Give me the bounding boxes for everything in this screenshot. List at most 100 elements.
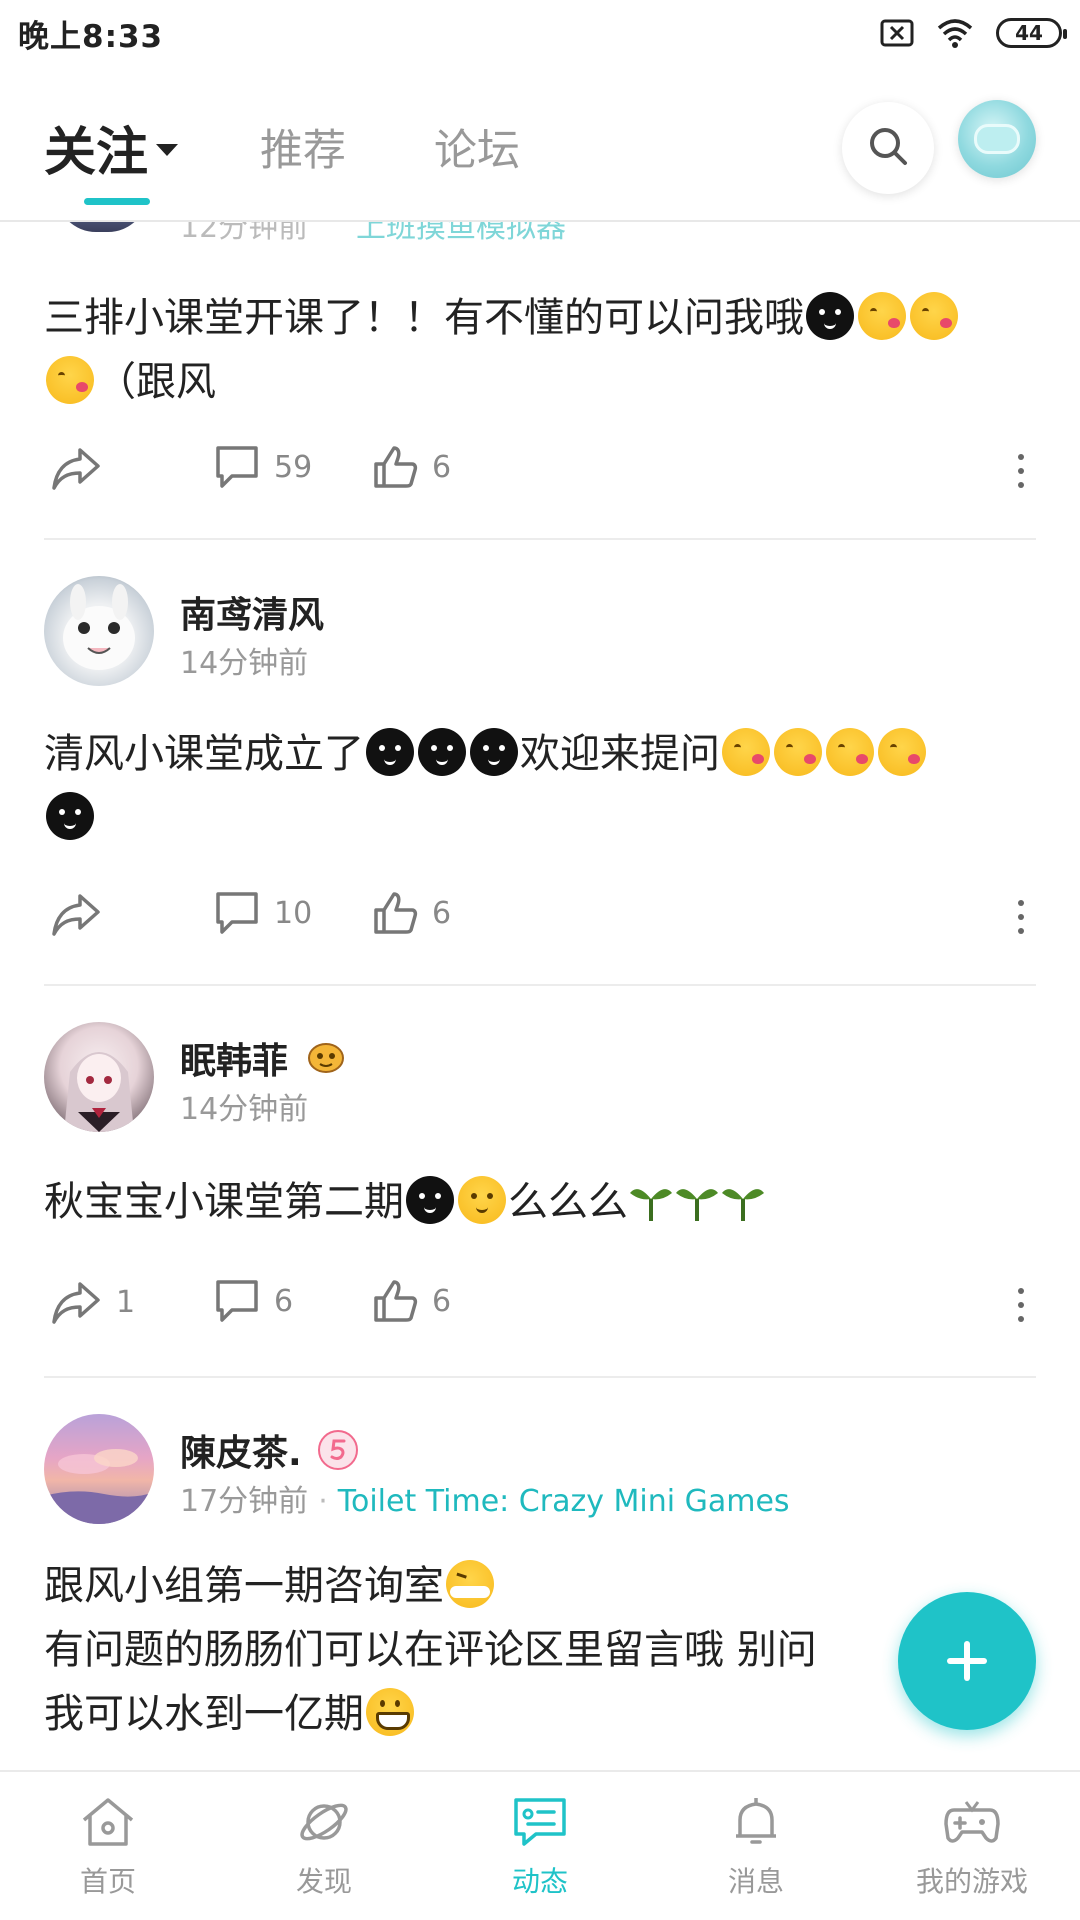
post-divider [44,1376,1036,1378]
post-time: 14分钟前 [180,1092,309,1127]
share-button[interactable] [50,890,116,938]
comment-icon [214,444,260,490]
grin-emoji-icon [366,1688,414,1736]
bunny-avatar-icon [63,584,135,670]
share-icon [50,444,102,492]
search-button[interactable] [842,102,934,194]
username[interactable]: 眠韩菲 [180,1032,288,1084]
tab-recommend[interactable]: 推荐 [260,116,346,178]
post-meta: 14分钟前 [180,638,308,682]
tab-following[interactable]: 关注 [44,110,179,185]
share-button[interactable]: 1 [50,1278,135,1326]
post-text: 秋宝宝小课堂第二期 [44,1179,404,1225]
create-post-button[interactable] [898,1592,1036,1730]
username[interactable]: 南鸢清风 [180,586,324,638]
share-icon [50,890,102,938]
nav-item-messages[interactable]: 消息 [648,1794,864,1900]
more-options-icon[interactable] [1018,900,1026,942]
battery-indicator: 44 [996,18,1067,48]
post-text-mid: 欢迎来提问 [520,731,720,777]
nav-item-feed[interactable]: 动态 [432,1794,648,1900]
post-actions: 1 6 6 [44,1278,1040,1338]
planet-icon [294,1794,354,1850]
game-link[interactable]: Toilet Time: Crazy Mini Games [338,1484,790,1519]
anime-girl-avatar-icon [64,1052,134,1132]
sprout-emoji-icon [720,1177,766,1223]
nav-label: 发现 [295,1865,352,1898]
post-text: 清风小课堂成立了 [44,731,364,777]
username[interactable]: 陳皮茶. [180,1424,302,1476]
sticker-badge-icon [306,1036,346,1076]
thumbs-up-icon [372,1278,418,1324]
dark-face-emoji-icon [46,792,94,840]
post-divider [44,984,1036,986]
avatar[interactable] [44,1022,154,1132]
post-text-mid: 么么么 [508,1179,628,1225]
dark-face-emoji-icon [806,292,854,340]
avatar[interactable] [56,222,148,232]
post-content[interactable]: 跟风小组第一期咨询室 有问题的肠肠们可以在评论区里留言哦 别问 我可以水到一亿期 [44,1554,1034,1746]
like-button[interactable]: 6 [372,444,451,490]
dark-face-emoji-icon [366,728,414,776]
share-button[interactable] [50,444,116,492]
sim-off-icon [880,19,914,47]
sprout-emoji-icon [674,1177,720,1223]
comment-button[interactable]: 59 [214,444,312,490]
more-options-icon[interactable] [1018,1288,1026,1330]
like-count: 6 [432,1283,452,1319]
comment-count: 10 [274,895,313,931]
nav-item-home[interactable]: 首页 [0,1794,216,1900]
game-link[interactable]: 上班摸鱼模拟器 [356,222,566,246]
smile-emoji-icon [458,1176,506,1224]
post-content[interactable]: 三排小课堂开课了！！有不懂的可以问我哦 （跟风 [44,286,1034,414]
kiss-emoji-icon [46,356,94,404]
kiss-emoji-icon [878,728,926,776]
tab-following-label: 关注 [44,123,149,183]
post-meta: 14分钟前 [180,1084,308,1128]
post-time: 14分钟前 [180,646,309,681]
post-time: 12分钟前 [180,222,309,245]
comment-button[interactable]: 6 [214,1278,293,1324]
home-icon [78,1794,138,1850]
post-text-tail: （跟风 [96,359,216,405]
meta-separator: · [318,1484,328,1519]
active-tab-indicator [84,198,150,205]
post-actions: 59 6 [44,444,1040,504]
post-content[interactable]: 秋宝宝小课堂第二期 么么么 [44,1170,1034,1234]
share-icon [50,1278,102,1326]
kiss-emoji-icon [826,728,874,776]
nav-label: 动态 [511,1865,568,1898]
dark-face-emoji-icon [418,728,466,776]
status-icons: 44 [880,18,1067,48]
user-avatar-button[interactable] [958,100,1036,178]
avatar[interactable] [44,576,154,686]
level-badge-icon [318,1430,358,1470]
thumbs-up-icon [372,444,418,490]
tab-forum[interactable]: 论坛 [434,116,520,178]
bell-icon [726,1794,786,1850]
kiss-emoji-icon [910,292,958,340]
post-content[interactable]: 清风小课堂成立了 欢迎来提问 [44,722,1034,850]
kiss-emoji-icon [722,728,770,776]
avatar[interactable] [44,1414,154,1524]
gamepad-icon [942,1794,1002,1850]
like-count: 6 [432,449,452,485]
thumbs-up-icon [372,890,418,936]
like-button[interactable]: 6 [372,1278,451,1324]
post-meta: 17分钟前 · Toilet Time: Crazy Mini Games [180,1476,790,1520]
more-options-icon[interactable] [1018,454,1026,496]
comment-count: 59 [274,449,313,485]
top-tab-bar: 关注 推荐 论坛 [0,66,1080,222]
caret-down-icon[interactable] [156,144,179,156]
plus-icon [947,1641,987,1681]
comment-button[interactable]: 10 [214,890,312,936]
like-count: 6 [432,895,452,931]
like-button[interactable]: 6 [372,890,451,936]
nav-item-discover[interactable]: 发现 [216,1794,432,1900]
nav-item-my-games[interactable]: 我的游戏 [864,1794,1080,1900]
status-time: 晚上8:33 [18,18,164,55]
nav-label: 首页 [79,1865,136,1898]
feed-list[interactable]: 12分钟前 上班摸鱼模拟器 三排小课堂开课了！！有不懂的可以问我哦 （跟风 59 … [0,222,1080,1770]
sprout-emoji-icon [628,1177,674,1223]
share-count: 1 [116,1284,136,1320]
